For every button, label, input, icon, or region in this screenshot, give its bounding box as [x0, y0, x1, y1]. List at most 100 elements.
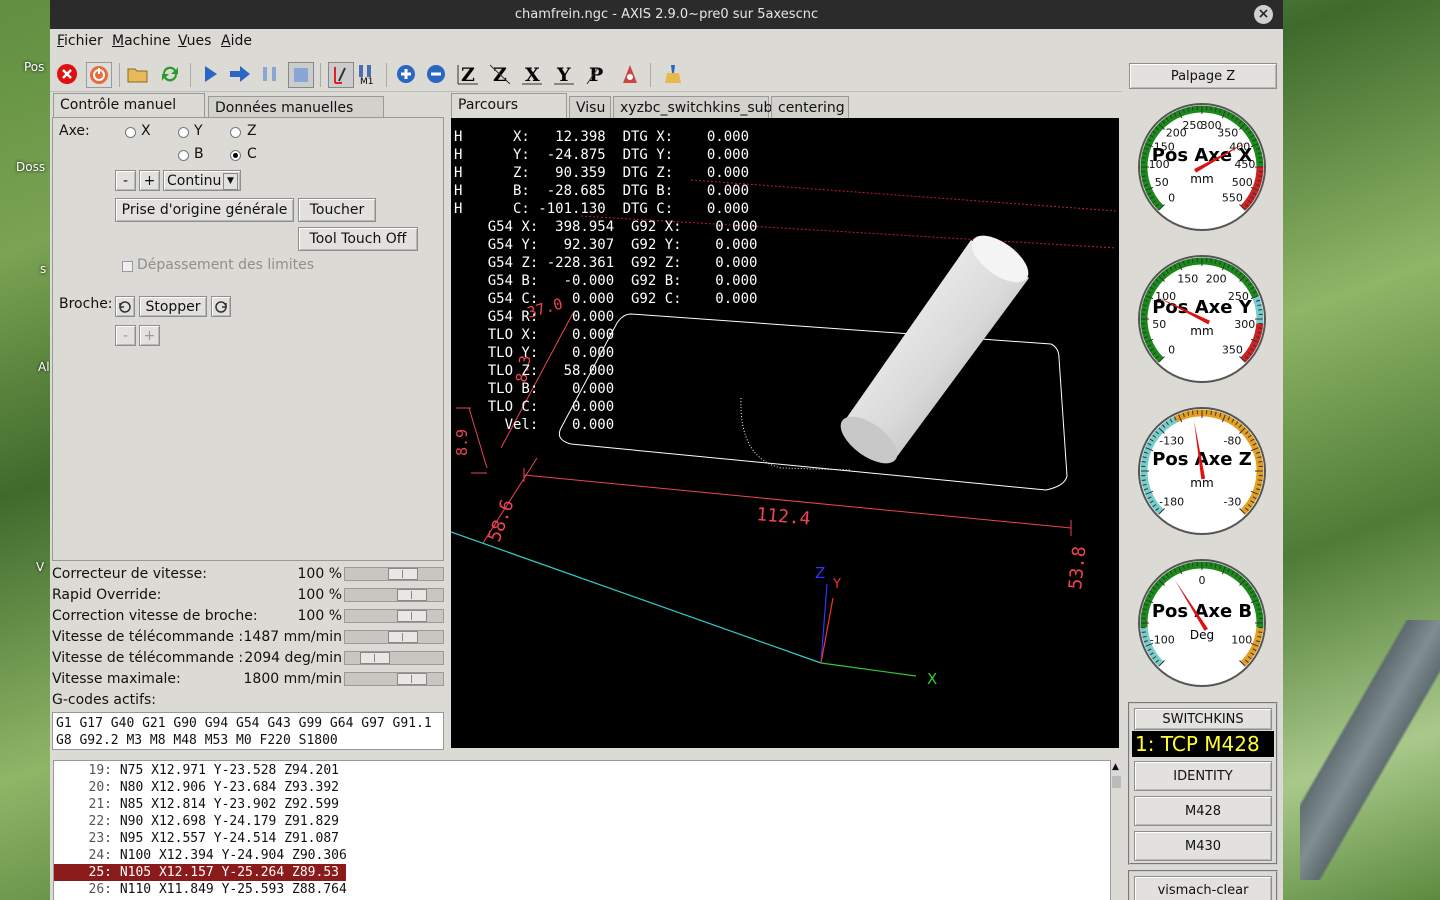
tab-visu[interactable]: Visu: [569, 96, 611, 118]
probe-z-button[interactable]: Palpage Z: [1129, 63, 1277, 89]
run-icon[interactable]: [198, 62, 222, 86]
rapid-override-slider[interactable]: [344, 588, 444, 602]
override-limits-checkbox[interactable]: [122, 261, 133, 272]
code-line[interactable]: 22: N90 X12.698 Y-24.179 Z91.829: [54, 813, 346, 830]
menu-machine[interactable]: Machine: [112, 33, 171, 49]
scroll-up-icon[interactable]: ▲: [1112, 762, 1119, 772]
desktop-label[interactable]: s: [40, 262, 46, 276]
slider-thumb[interactable]: [388, 568, 418, 580]
slider-thumb[interactable]: [397, 673, 427, 685]
spindle-forward-button[interactable]: [211, 296, 231, 317]
slider-thumb[interactable]: [360, 652, 390, 664]
line-number: 19:: [88, 763, 112, 778]
pause-icon[interactable]: [258, 62, 282, 86]
tool-touch-off-button[interactable]: Tool Touch Off: [298, 227, 418, 251]
active-gcodes-box[interactable]: G1 G17 G40 G21 G90 G94 G54 G43 G99 G64 G…: [52, 712, 444, 750]
axis-z-radio[interactable]: [230, 127, 241, 138]
code-line[interactable]: 21: N85 X12.814 Y-23.902 Z92.599: [54, 796, 346, 813]
jog-speed-slider[interactable]: [344, 630, 444, 644]
view-z2-icon[interactable]: Z: [488, 62, 512, 86]
reload-icon[interactable]: [158, 62, 182, 86]
feed-override-slider[interactable]: [344, 567, 444, 581]
axis-y-radio[interactable]: [178, 127, 189, 138]
view-p-icon[interactable]: P: [584, 62, 608, 86]
gcode-listing[interactable]: 19: N75 X12.971 Y-23.528 Z94.201 20: N80 …: [53, 760, 1112, 900]
m428-button[interactable]: M428: [1134, 796, 1272, 826]
tab-mdi[interactable]: Données manuelles [F5]: [208, 96, 384, 138]
gauge-tick: [1141, 460, 1146, 463]
close-button[interactable]: ×: [1254, 5, 1273, 24]
spindle-override-slider[interactable]: [344, 609, 444, 623]
line-text: N95 X12.557 Y-24.514 Z91.087: [119, 831, 339, 846]
gauge-tick: [1210, 562, 1213, 567]
menu-mnemonic: M: [112, 33, 125, 49]
optional-stop-icon[interactable]: M1: [356, 62, 380, 86]
axis-x-radio[interactable]: [125, 127, 136, 138]
block-delete-icon[interactable]: [328, 62, 354, 88]
m430-button[interactable]: M430: [1134, 831, 1272, 861]
code-line[interactable]: 20: N80 X12.906 Y-23.684 Z93.392: [54, 779, 346, 796]
menu-vues[interactable]: Vues: [178, 33, 211, 49]
code-line[interactable]: 19: N75 X12.971 Y-23.528 Z94.201: [54, 762, 346, 779]
vismach-clear-button[interactable]: vismach-clear: [1134, 876, 1272, 900]
slider-thumb[interactable]: [397, 589, 427, 601]
gauge-title: Pos Axe X: [1152, 145, 1253, 166]
slider-label: Vitesse de télécommande :: [52, 650, 244, 666]
touch-off-button[interactable]: Toucher: [298, 198, 376, 222]
view-p-letter: P: [589, 64, 603, 86]
jog-mode-select[interactable]: Continu ▼: [163, 170, 241, 191]
slider-thumb[interactable]: [397, 610, 427, 622]
code-line[interactable]: 23: N95 X12.557 Y-24.514 Z91.087: [54, 830, 346, 847]
axis-c-radio[interactable]: [230, 150, 241, 161]
title-bar[interactable]: chamfrein.ngc - AXIS 2.9.0~pre0 sur 5axe…: [50, 0, 1283, 29]
axis-x-label: X: [927, 670, 937, 688]
spindle-stop-button[interactable]: Stopper: [139, 296, 207, 317]
spindle-minus-button[interactable]: -: [115, 325, 136, 346]
max-velocity-slider[interactable]: [344, 672, 444, 686]
jog-mode-value: Continu: [167, 172, 222, 189]
gauge-unit: Deg: [1190, 628, 1214, 642]
spindle-plus-button[interactable]: +: [139, 325, 160, 346]
code-line[interactable]: 26: N110 X11.849 Y-25.593 Z88.764: [54, 881, 347, 898]
code-line[interactable]: 25: N105 X12.157 Y-25.264 Z89.53: [54, 864, 346, 881]
gauge-title: Pos Axe Y: [1152, 297, 1253, 318]
gauge-tick: [1210, 106, 1213, 111]
slider-value: 1487 mm/min: [243, 629, 342, 645]
tab-xyzbc-switchkins[interactable]: xyzbc_switchkins_sub: [613, 96, 772, 118]
slider-thumb[interactable]: [388, 631, 418, 643]
menu-fichier[interactable]: Fichier: [57, 33, 103, 49]
stop-icon[interactable]: [288, 62, 314, 88]
power-icon[interactable]: [86, 62, 112, 88]
identity-button[interactable]: IDENTITY: [1134, 761, 1272, 791]
clear-plot-icon[interactable]: [660, 62, 684, 86]
zoom-out-icon[interactable]: [424, 62, 448, 86]
desktop-label[interactable]: Al: [38, 360, 50, 374]
gcode-scrollbar[interactable]: ▲: [1110, 760, 1123, 900]
home-all-button[interactable]: Prise d'origine générale: [115, 198, 294, 222]
rotate-icon[interactable]: [618, 62, 642, 86]
spindle-reverse-button[interactable]: [115, 296, 135, 317]
estop-icon[interactable]: [55, 62, 79, 86]
zoom-in-icon[interactable]: [394, 62, 418, 86]
desktop-label[interactable]: Pos: [24, 60, 44, 74]
jog-minus-button[interactable]: -: [115, 170, 136, 191]
gauge-tick: [1258, 156, 1263, 159]
tab-centering[interactable]: centering: [771, 96, 849, 118]
tab-manual-control[interactable]: Contrôle manuel [F3]: [53, 93, 205, 135]
toolpath-viewport[interactable]: 112.4 53.8 58.6 37.0 8.3 8.9 X Z Y H X: …: [451, 118, 1119, 748]
view-z-icon[interactable]: Z: [456, 62, 480, 86]
desktop-label[interactable]: Doss: [16, 160, 45, 174]
menu-aide[interactable]: Aide: [221, 33, 252, 49]
view-x-icon[interactable]: X: [520, 62, 544, 86]
tab-toolpath[interactable]: Parcours d'outil: [451, 93, 567, 135]
axis-b-radio[interactable]: [178, 150, 189, 161]
desktop-label[interactable]: V: [36, 560, 44, 574]
view-y-icon[interactable]: Y: [552, 62, 576, 86]
dro-line: TLO X: 0.000: [454, 327, 615, 343]
step-icon[interactable]: [228, 62, 252, 86]
code-line[interactable]: 24: N100 X12.394 Y-24.904 Z90.306: [54, 847, 347, 864]
jog-plus-button[interactable]: +: [139, 170, 160, 191]
scroll-thumb[interactable]: [1112, 776, 1121, 788]
open-file-icon[interactable]: [126, 62, 150, 86]
angular-jog-speed-slider[interactable]: [344, 651, 444, 665]
